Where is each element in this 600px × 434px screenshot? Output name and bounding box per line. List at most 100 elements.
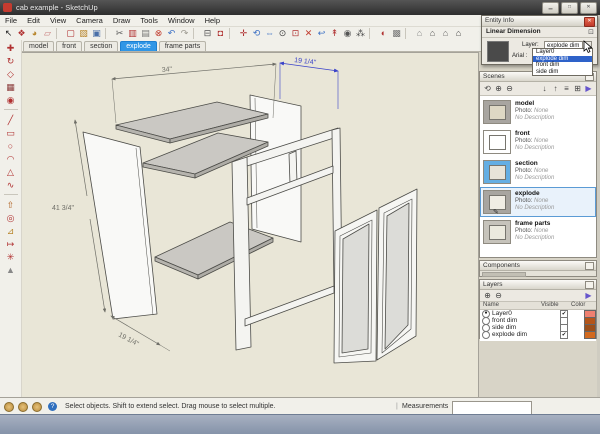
polygon-tool-icon[interactable]: △ xyxy=(3,166,19,179)
save-icon[interactable]: ▣ xyxy=(90,28,103,39)
hiddenline-style-icon[interactable]: ⌂ xyxy=(439,28,452,39)
zoom-icon[interactable]: ⊙ xyxy=(276,28,289,39)
section-plane-icon[interactable]: ◐ xyxy=(377,28,390,39)
collapse-icon[interactable] xyxy=(585,262,594,270)
layers-panel-titlebar[interactable]: Layers xyxy=(480,280,596,290)
cabinet-door-right[interactable] xyxy=(377,189,417,360)
menu-view[interactable]: View xyxy=(45,16,71,25)
geolocation-icon[interactable] xyxy=(4,402,14,412)
look-around-icon[interactable]: ◉ xyxy=(341,28,354,39)
scene-tab-front[interactable]: front xyxy=(56,41,82,51)
tape-measure-icon[interactable]: ⊿ xyxy=(3,225,19,238)
minimize-button[interactable]: ▁ xyxy=(542,2,559,14)
pan-icon[interactable]: ⇔ xyxy=(263,28,276,39)
scene-item-front[interactable]: front Photo: None No Description xyxy=(480,127,596,157)
exploded-cabinet-drawing[interactable]: 34" 41 3/4" 19 1/4" 19 1/4" xyxy=(22,53,478,398)
move-scene-up-icon[interactable]: ↑ xyxy=(550,83,561,94)
line-tool-icon[interactable]: ╱ xyxy=(3,114,19,127)
move-scene-down-icon[interactable]: ↓ xyxy=(539,83,550,94)
scene-tab-section[interactable]: section xyxy=(84,41,118,51)
dimension-label-41-3-4[interactable]: 41 3/4" xyxy=(52,205,74,212)
add-scene-icon[interactable]: ⊕ xyxy=(493,83,504,94)
close-button[interactable]: ✕ xyxy=(580,2,597,14)
wireframe-style-icon[interactable]: ⌂ xyxy=(426,28,439,39)
dimension-19-1-4-selected[interactable] xyxy=(280,63,338,109)
arc-tool-icon[interactable]: ◠ xyxy=(3,153,19,166)
open-file-icon[interactable]: ▧ xyxy=(77,28,90,39)
new-file-icon[interactable]: ▢ xyxy=(64,28,77,39)
layer-row-layer0[interactable]: ● Layer0 ✔ xyxy=(480,310,596,317)
remove-layer-icon[interactable]: ⊖ xyxy=(493,290,504,301)
scene-tab-model[interactable]: model xyxy=(23,41,54,51)
scene-tab-frame-parts[interactable]: frame parts xyxy=(159,41,206,51)
view-options-icon[interactable]: ≡ xyxy=(561,83,572,94)
model-info-icon[interactable]: ◘ xyxy=(214,28,227,39)
entity-info-titlebar[interactable]: Entity Info ✕ xyxy=(482,16,597,27)
paint-bucket-icon[interactable]: ◕ xyxy=(28,28,41,39)
eraser-tool-icon[interactable]: ▲ xyxy=(3,264,19,277)
orbit-tool-icon[interactable]: ◉ xyxy=(3,94,19,107)
layer-visible-checkbox[interactable]: ✔ xyxy=(560,331,568,339)
credits-icon[interactable] xyxy=(18,402,28,412)
layer-row-side-dim[interactable]: side dim xyxy=(480,324,596,331)
drawing-canvas[interactable]: 34" 41 3/4" 19 1/4" 19 1/4" xyxy=(22,52,478,398)
dimension-tool-icon[interactable]: ↦ xyxy=(3,238,19,251)
maximize-button[interactable]: □ xyxy=(561,2,578,14)
collapse-icon[interactable] xyxy=(585,281,594,289)
eraser-icon[interactable]: ▱ xyxy=(41,28,54,39)
update-scene-icon[interactable]: ⟲ xyxy=(482,83,493,94)
pushpull-tool-icon[interactable]: ⇧ xyxy=(3,199,19,212)
cut-icon[interactable]: ✂ xyxy=(113,28,126,39)
layer-menu-icon[interactable]: ▶ xyxy=(583,290,594,301)
previous-view-icon[interactable]: ↩ xyxy=(315,28,328,39)
toggle-details-icon[interactable]: ⊡ xyxy=(588,28,594,38)
offset-tool-icon[interactable]: ◎ xyxy=(3,212,19,225)
dropdown-option-side-dim[interactable]: side dim xyxy=(533,69,592,76)
scene-item-section[interactable]: section Photo: None No Description xyxy=(480,157,596,187)
cabinet-door-left[interactable] xyxy=(334,210,377,363)
dimension-color-swatch[interactable] xyxy=(487,41,509,62)
claim-model-icon[interactable] xyxy=(32,402,42,412)
circle-tool-icon[interactable]: ○ xyxy=(3,140,19,153)
menu-camera[interactable]: Camera xyxy=(71,16,108,25)
dimension-label-19-1-4-bottom[interactable]: 19 1/4" xyxy=(117,332,140,349)
close-icon[interactable]: ✕ xyxy=(584,17,595,27)
move-tool-icon[interactable]: ✚ xyxy=(3,42,19,55)
redo-icon[interactable]: ↷ xyxy=(178,28,191,39)
copy-icon[interactable]: ▥ xyxy=(126,28,139,39)
title-bar[interactable]: cab example - SketchUp ▁ □ ✕ xyxy=(0,0,600,15)
make-component-icon[interactable]: ❖ xyxy=(15,28,28,39)
components-panel-titlebar[interactable]: Components xyxy=(480,261,596,271)
scrollbar-thumb[interactable] xyxy=(482,272,526,277)
menu-file[interactable]: File xyxy=(0,16,22,25)
left-side-panel[interactable] xyxy=(83,132,157,319)
top-shelf[interactable] xyxy=(116,102,268,143)
layer-row-front-dim[interactable]: front dim xyxy=(480,317,596,324)
menu-help[interactable]: Help xyxy=(200,16,225,25)
scene-item-explode[interactable]: ✎ explode Photo: None No Description xyxy=(480,187,596,217)
image-tool-icon[interactable]: ▦ xyxy=(3,81,19,94)
menu-tools[interactable]: Tools xyxy=(135,16,163,25)
shaded-style-icon[interactable]: ⌂ xyxy=(452,28,465,39)
scene-menu-icon[interactable]: ▶ xyxy=(583,83,594,94)
menu-window[interactable]: Window xyxy=(163,16,200,25)
xray-style-icon[interactable]: ⌂ xyxy=(413,28,426,39)
zoom-window-icon[interactable]: ⊡ xyxy=(289,28,302,39)
help-icon[interactable]: ? xyxy=(48,402,57,411)
axes-tool-icon[interactable]: ✳ xyxy=(3,251,19,264)
scene-item-frame-parts[interactable]: frame parts Photo: None No Description xyxy=(480,217,596,247)
scale-tool-icon[interactable]: ◇ xyxy=(3,68,19,81)
freehand-tool-icon[interactable]: ∿ xyxy=(3,179,19,192)
scene-tab-explode[interactable]: explode xyxy=(120,41,157,51)
erase-icon[interactable]: ⊗ xyxy=(152,28,165,39)
measurements-input[interactable] xyxy=(452,401,532,415)
undo-icon[interactable]: ↶ xyxy=(165,28,178,39)
bottom-shelf[interactable] xyxy=(155,222,273,279)
zoom-extents-icon[interactable]: ✕ xyxy=(302,28,315,39)
print-icon[interactable]: ⊟ xyxy=(201,28,214,39)
rectangle-tool-icon[interactable]: ▭ xyxy=(3,127,19,140)
select-tool-icon[interactable]: ↖ xyxy=(2,28,15,39)
walk-icon[interactable]: ⁂ xyxy=(354,28,367,39)
dimension-label-34[interactable]: 34" xyxy=(162,66,173,74)
axes-icon[interactable]: ✛ xyxy=(237,28,250,39)
